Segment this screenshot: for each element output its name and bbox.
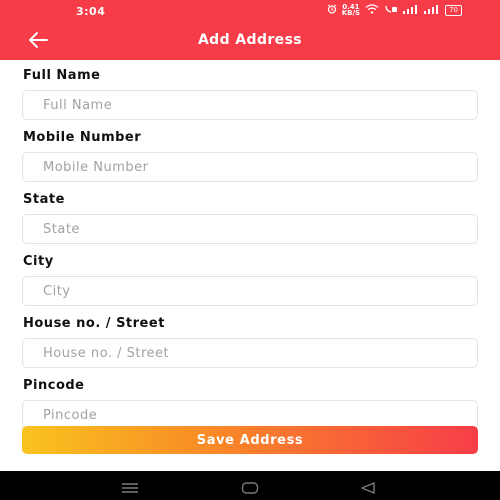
state-field[interactable]: [22, 214, 478, 244]
signal-icon: [424, 4, 440, 16]
battery-icon: 70: [445, 4, 462, 16]
save-address-button[interactable]: Save Address: [22, 426, 478, 454]
city-label: City: [23, 254, 54, 269]
system-nav-bar: [0, 471, 500, 500]
speed-unit: KB/S: [341, 9, 361, 17]
full-name-label: Full Name: [23, 68, 101, 83]
menu-icon[interactable]: [121, 479, 139, 498]
status-icons: 0.41 KB/S 70: [327, 4, 462, 17]
volte-icon: [384, 4, 398, 16]
back-triangle-icon[interactable]: [360, 479, 376, 498]
mobile-number-label: Mobile Number: [23, 130, 142, 145]
wifi-icon: [365, 4, 379, 16]
home-icon[interactable]: [241, 479, 259, 498]
status-bar: 3:04 0.41 KB/S 70: [0, 0, 500, 22]
app-bar: Add Address: [0, 22, 500, 60]
city-field[interactable]: [22, 276, 478, 306]
state-label: State: [23, 192, 65, 207]
page-title: Add Address: [197, 32, 303, 48]
signal-icon: [403, 4, 419, 16]
street-label: House no. / Street: [23, 316, 165, 331]
status-time: 3:04: [76, 5, 106, 18]
mobile-number-field[interactable]: [22, 152, 478, 182]
alarm-icon: [327, 4, 337, 16]
full-name-field[interactable]: [22, 90, 478, 120]
pincode-label: Pincode: [23, 378, 85, 393]
network-speed: 0.41 KB/S: [341, 4, 361, 17]
street-field[interactable]: [22, 338, 478, 368]
